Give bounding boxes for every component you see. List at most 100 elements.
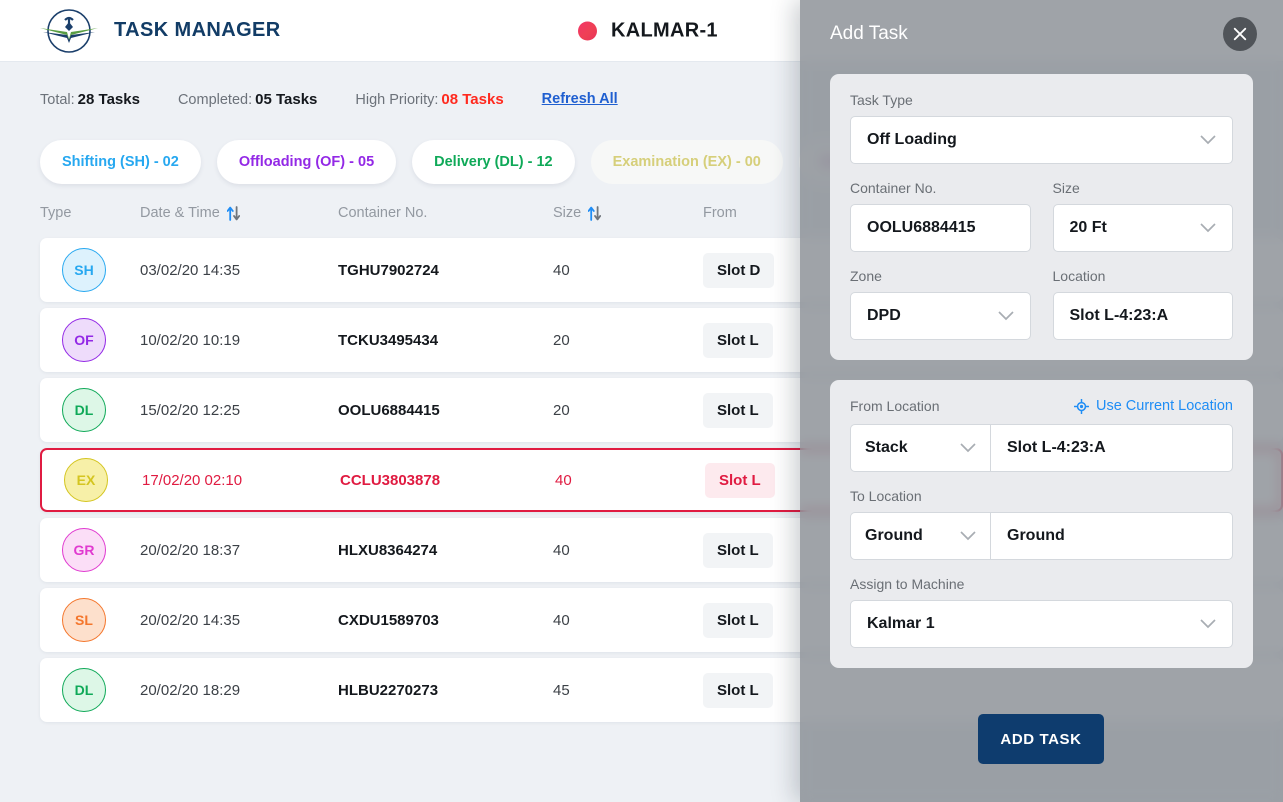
stat-completed-label: Completed: — [178, 92, 252, 108]
size-cell: 40 — [553, 542, 703, 559]
refresh-all-link[interactable]: Refresh All — [542, 91, 618, 107]
from-location-pill: Slot L — [703, 603, 773, 638]
stat-total-label: Total: — [40, 92, 75, 108]
size-value: 20 Ft — [1070, 219, 1107, 237]
sort-icon[interactable] — [588, 206, 601, 221]
chevron-down-icon — [960, 531, 976, 541]
stat-completed-value: 05 Tasks — [255, 91, 317, 108]
from-location-head: From Location Use Current Location — [850, 398, 1233, 414]
column-header-3[interactable]: Size — [553, 205, 703, 221]
column-header-label: Container No. — [338, 205, 427, 221]
task-type-cell: SH — [40, 248, 140, 292]
location-label: Location — [1053, 268, 1234, 284]
column-header-0: Type — [40, 205, 140, 221]
machine-indicator: KALMAR-1 — [578, 19, 718, 42]
size-cell: 40 — [553, 612, 703, 629]
column-header-label: Date & Time — [140, 205, 220, 221]
date-time-cell: 03/02/20 14:35 — [140, 262, 338, 279]
filter-tab-label: Shifting (SH) - 02 — [62, 154, 179, 170]
size-select[interactable]: 20 Ft — [1053, 204, 1234, 252]
to-location-value: Ground — [1007, 527, 1065, 545]
filter-tab-3[interactable]: Examination (EX) - 00 — [591, 140, 783, 184]
chevron-down-icon — [1200, 619, 1216, 629]
task-details-card: Task Type Off Loading Container No. OOLU… — [830, 74, 1253, 360]
column-header-label: From — [703, 205, 737, 221]
filter-tab-2[interactable]: Delivery (DL) - 12 — [412, 140, 574, 184]
container-no-label: Container No. — [850, 180, 1031, 196]
date-time-cell: 10/02/20 10:19 — [140, 332, 338, 349]
machine-name: KALMAR-1 — [611, 19, 718, 42]
brand: TASK MANAGER — [0, 8, 281, 54]
task-type-badge: SL — [62, 598, 106, 642]
use-current-location-label: Use Current Location — [1096, 398, 1233, 414]
task-type-badge: EX — [64, 458, 108, 502]
task-type-badge: GR — [62, 528, 106, 572]
container-no-cell: CXDU1589703 — [338, 612, 553, 629]
column-header-label: Type — [40, 205, 71, 221]
task-type-cell: EX — [42, 458, 142, 502]
panel-header: Add Task — [800, 0, 1283, 68]
stat-total: Total:28 Tasks — [40, 91, 140, 108]
chevron-down-icon — [960, 443, 976, 453]
zone-select[interactable]: DPD — [850, 292, 1031, 340]
size-cell: 20 — [553, 402, 703, 419]
task-type-badge: DL — [62, 388, 106, 432]
app-title: TASK MANAGER — [114, 19, 281, 42]
date-time-cell: 15/02/20 12:25 — [140, 402, 338, 419]
task-type-select[interactable]: Off Loading — [850, 116, 1233, 164]
to-location-input[interactable]: Ground — [990, 512, 1233, 560]
from-location-type-value: Stack — [865, 439, 908, 457]
task-type-badge: OF — [62, 318, 106, 362]
stat-completed: Completed:05 Tasks — [178, 91, 317, 108]
location-value: Slot L-4:23:A — [1070, 307, 1169, 325]
task-type-cell: GR — [40, 528, 140, 572]
eagle-wings-logo-icon — [38, 8, 100, 54]
from-location-input[interactable]: Slot L-4:23:A — [990, 424, 1233, 472]
use-current-location-button[interactable]: Use Current Location — [1074, 398, 1233, 414]
filter-tab-0[interactable]: Shifting (SH) - 02 — [40, 140, 201, 184]
stat-high-priority-value: 08 Tasks — [441, 91, 503, 108]
column-header-2: Container No. — [338, 205, 553, 221]
filter-tab-label: Delivery (DL) - 12 — [434, 154, 552, 170]
size-cell: 45 — [553, 682, 703, 699]
column-header-1[interactable]: Date & Time — [140, 205, 338, 221]
location-card: From Location Use Current Location Stack — [830, 380, 1253, 668]
size-label: Size — [1053, 180, 1234, 196]
location-input[interactable]: Slot L-4:23:A — [1053, 292, 1234, 340]
container-no-cell: OOLU6884415 — [338, 402, 553, 419]
container-no-cell: HLXU8364274 — [338, 542, 553, 559]
add-task-button[interactable]: ADD TASK — [978, 714, 1104, 764]
assign-machine-label: Assign to Machine — [850, 576, 1233, 592]
size-cell: 20 — [553, 332, 703, 349]
assign-machine-value: Kalmar 1 — [867, 615, 935, 633]
panel-footer: ADD TASK — [800, 714, 1283, 802]
task-manager-app: TASK MANAGER KALMAR-1 Total:28 Tasks Com… — [0, 0, 1283, 802]
to-location-label: To Location — [850, 488, 1233, 504]
task-type-cell: SL — [40, 598, 140, 642]
zone-label: Zone — [850, 268, 1031, 284]
filter-tab-1[interactable]: Offloading (OF) - 05 — [217, 140, 396, 184]
from-location-pill: Slot L — [703, 533, 773, 568]
from-location-pill: Slot D — [703, 253, 774, 288]
close-icon[interactable] — [1223, 17, 1257, 51]
sort-icon[interactable] — [227, 206, 240, 221]
stat-high-priority: High Priority:08 Tasks — [355, 91, 503, 108]
container-no-input[interactable]: OOLU6884415 — [850, 204, 1031, 252]
from-location-pill: Slot L — [703, 673, 773, 708]
to-location-combo: Ground Ground — [850, 512, 1233, 560]
assign-machine-select[interactable]: Kalmar 1 — [850, 600, 1233, 648]
column-header-label: Size — [553, 205, 581, 221]
zone-value: DPD — [867, 307, 901, 325]
container-no-value: OOLU6884415 — [867, 219, 976, 237]
panel-title: Add Task — [830, 23, 908, 45]
stat-high-priority-label: High Priority: — [355, 92, 438, 108]
date-time-cell: 20/02/20 18:29 — [140, 682, 338, 699]
task-type-cell: OF — [40, 318, 140, 362]
stat-total-value: 28 Tasks — [78, 91, 140, 108]
from-location-type-select[interactable]: Stack — [850, 424, 990, 472]
crosshair-icon — [1074, 399, 1089, 414]
to-location-type-select[interactable]: Ground — [850, 512, 990, 560]
task-type-value: Off Loading — [867, 131, 957, 149]
chevron-down-icon — [1200, 223, 1216, 233]
to-location-type-value: Ground — [865, 527, 923, 545]
